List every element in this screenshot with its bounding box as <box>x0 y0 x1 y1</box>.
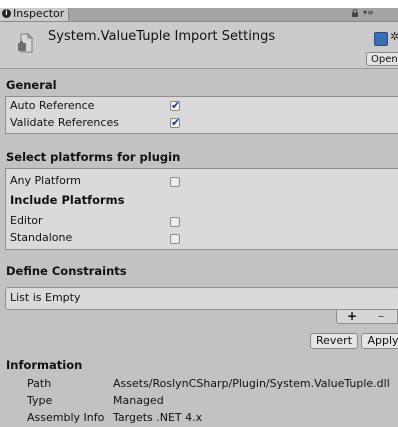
validate-references-checkbox[interactable]: ✔ <box>170 116 181 129</box>
auto-reference-checkbox[interactable]: ✔ <box>170 99 181 112</box>
any-platform-checkbox[interactable] <box>170 177 180 187</box>
platforms-group: Any Platform Include Platforms Editor St… <box>5 168 398 250</box>
list-empty-label: List is Empty <box>10 291 81 304</box>
type-label: Type <box>27 394 53 407</box>
tab-label: Inspector <box>13 7 65 20</box>
standalone-label: Standalone <box>10 231 73 244</box>
standalone-checkbox[interactable] <box>170 234 180 244</box>
editor-checkbox[interactable] <box>170 217 180 227</box>
path-value: Assets/RoslynCSharp/Plugin/System.ValueT… <box>113 377 390 390</box>
list-footer: + – <box>336 309 398 324</box>
inspector-header: System.ValueTuple Import Settings ✲ Open <box>0 22 398 69</box>
include-platforms-title: Include Platforms <box>10 193 125 207</box>
plugin-asset-icon <box>18 32 34 53</box>
auto-reference-label: Auto Reference <box>10 99 95 112</box>
gear-icon[interactable]: ✲ <box>390 30 398 43</box>
context-menu-icon[interactable]: ▾≡ <box>363 9 375 17</box>
any-platform-label: Any Platform <box>10 174 81 187</box>
type-value: Managed <box>113 394 164 407</box>
add-button[interactable]: + <box>347 309 357 323</box>
information-section-title: Information <box>6 358 83 372</box>
platforms-section-title: Select platforms for plugin <box>6 150 181 164</box>
general-section-title: General <box>6 78 57 92</box>
path-label: Path <box>27 377 52 390</box>
constraints-list: List is Empty <box>5 287 398 310</box>
info-icon: i <box>2 9 11 18</box>
assembly-info-value: Targets .NET 4.x <box>113 411 203 424</box>
checkmark-icon: ✔ <box>171 116 181 129</box>
help-icon[interactable] <box>374 32 388 46</box>
tab-bar: i Inspector ▾≡ <box>0 7 398 22</box>
open-button[interactable]: Open <box>366 52 398 66</box>
assembly-info-label: Assembly Info <box>27 411 105 424</box>
apply-button[interactable]: Apply <box>361 333 398 349</box>
editor-label: Editor <box>10 214 43 227</box>
general-group: Auto Reference ✔ Validate References ✔ <box>5 96 398 134</box>
constraints-section-title: Define Constraints <box>6 264 127 278</box>
remove-button[interactable]: – <box>378 309 384 323</box>
lock-icon[interactable] <box>351 9 359 17</box>
asset-title: System.ValueTuple Import Settings <box>48 29 276 44</box>
validate-references-label: Validate References <box>10 116 119 129</box>
revert-button[interactable]: Revert <box>310 333 358 349</box>
tab-inspector[interactable]: i Inspector <box>0 7 69 21</box>
checkmark-icon: ✔ <box>171 99 181 112</box>
